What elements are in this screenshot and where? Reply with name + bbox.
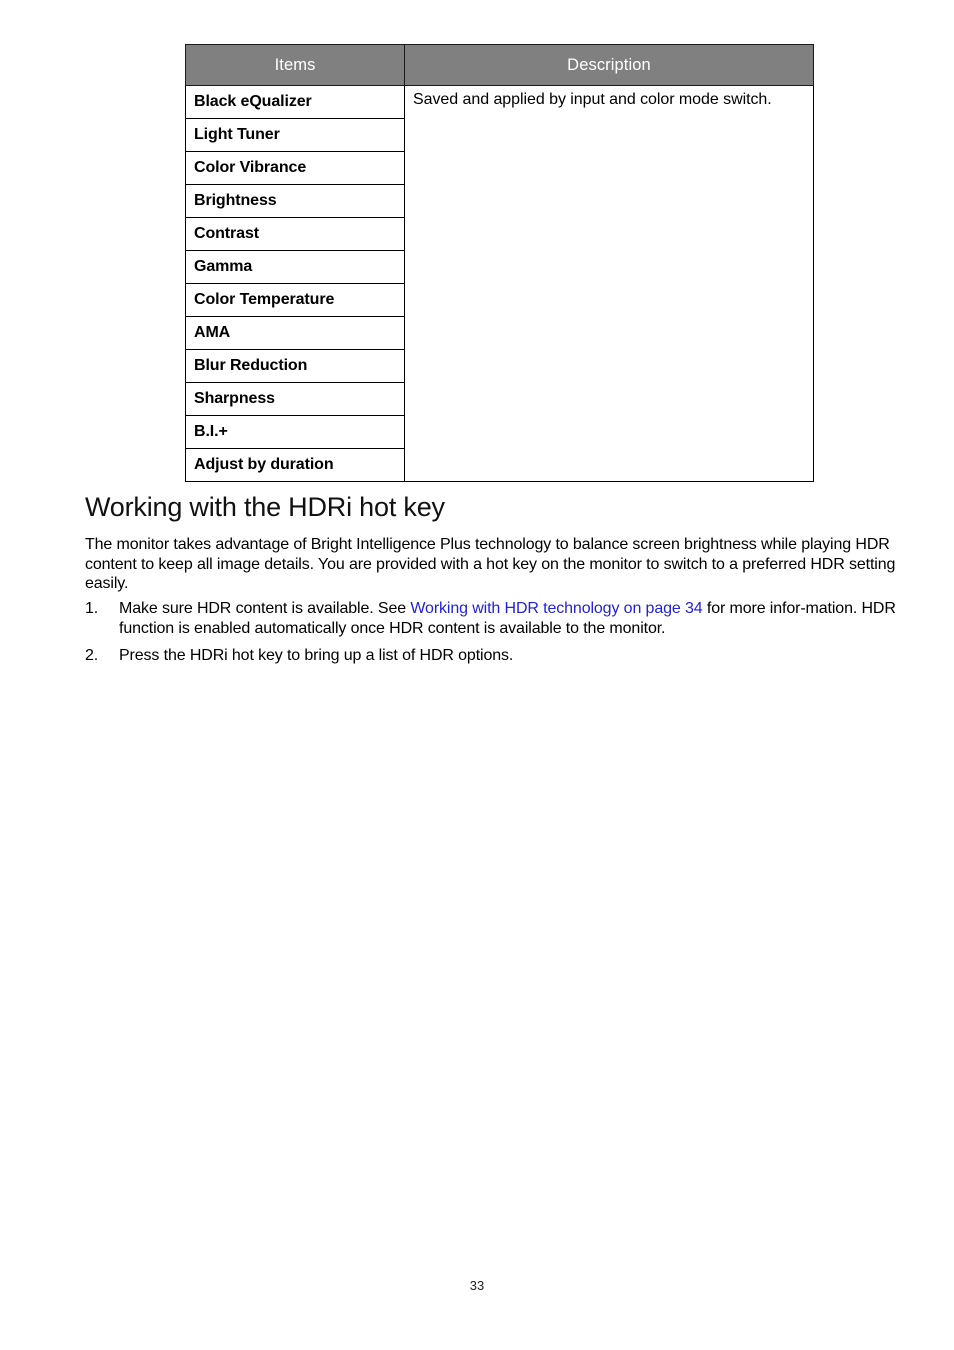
step-text-before-link: Make sure HDR content is available. See xyxy=(119,600,411,617)
table-cell-item: AMA xyxy=(185,316,405,350)
table-cell-item: Color Vibrance xyxy=(185,151,405,185)
step-number: 2. xyxy=(85,647,99,664)
table-cell-item: Gamma xyxy=(185,250,405,284)
table-cell-item: B.I.+ xyxy=(185,415,405,449)
list-item: 1. Make sure HDR content is available. Se… xyxy=(85,599,915,638)
steps-list: 1. Make sure HDR content is available. Se… xyxy=(85,599,915,674)
page-title: Working with the HDRi hot key xyxy=(85,492,445,522)
table-cell-item: Adjust by duration xyxy=(185,448,405,482)
table-header-row: Items Description xyxy=(185,44,814,86)
intro-paragraph: The monitor takes advantage of Bright In… xyxy=(85,536,896,592)
step-number: 1. xyxy=(85,600,99,617)
table-cell-description: Saved and applied by input and color mod… xyxy=(404,85,814,482)
table-cell-item: Sharpness xyxy=(185,382,405,416)
table-cell-item: Light Tuner xyxy=(185,118,405,152)
table-cell-item: Contrast xyxy=(185,217,405,251)
table-cell-item: Black eQualizer xyxy=(185,85,405,119)
column-header-description: Description xyxy=(404,44,814,86)
table-row: Black eQualizer Saved and applied by inp… xyxy=(185,85,814,482)
table-body: Black eQualizer Saved and applied by inp… xyxy=(185,85,814,482)
table-cell-item: Color Temperature xyxy=(185,283,405,317)
table-cell-item: Blur Reduction xyxy=(185,349,405,383)
table-cell-item: Brightness xyxy=(185,184,405,218)
page-number: 33 xyxy=(469,1278,485,1293)
hdr-technology-link[interactable]: Working with HDR technology on page 34 xyxy=(410,600,702,617)
list-item: 2. Press the HDRi hot key to bring up a l… xyxy=(85,646,915,666)
column-header-items: Items xyxy=(185,44,405,86)
step-text-before-link: Press the HDRi hot key to bring up a lis… xyxy=(119,647,514,664)
items-description-table: Items Description Black eQualizer Saved … xyxy=(185,44,814,482)
document-page: Items Description Black eQualizer Saved … xyxy=(0,0,954,1350)
